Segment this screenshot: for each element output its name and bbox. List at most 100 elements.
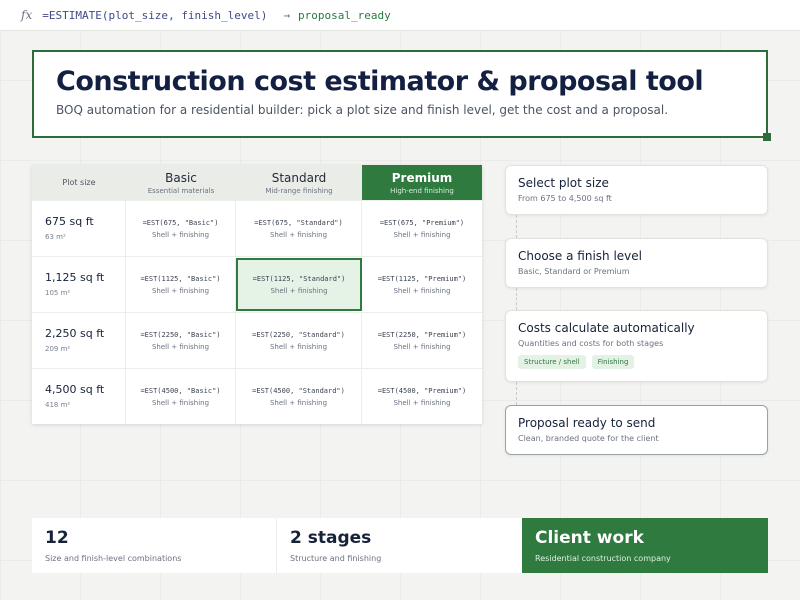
- formula-text: =ESTIMATE(plot_size, finish_level): [42, 9, 267, 22]
- table-cell[interactable]: =EST(4500, "Basic") Shell + finishing: [126, 369, 236, 424]
- cell-formula: =EST(675, "Standard"): [254, 218, 343, 227]
- formula-separator: ,: [168, 8, 182, 22]
- table-row: 4,500 sq ft 418 m² =EST(4500, "Basic") S…: [32, 368, 482, 424]
- row-label: 1,125 sq ft 105 m²: [32, 257, 126, 312]
- stat-value: 12: [45, 528, 69, 548]
- row-title: 2,250 sq ft: [45, 327, 105, 340]
- step-desc: From 675 to 4,500 sq ft: [518, 194, 612, 203]
- table-cell[interactable]: =EST(2250, "Premium") Shell + finishing: [362, 313, 482, 368]
- step-connector: [516, 288, 517, 310]
- formula-bar[interactable]: fx =ESTIMATE(plot_size, finish_level) → …: [0, 0, 800, 31]
- table-cell[interactable]: =EST(675, "Premium") Shell + finishing: [362, 201, 482, 256]
- row-sub: 418 m²: [45, 401, 71, 409]
- row-sub: 105 m²: [45, 289, 71, 297]
- cell-sub: Shell + finishing: [393, 398, 451, 407]
- formula-result: proposal_ready: [298, 8, 391, 22]
- fx-icon: fx: [21, 8, 33, 22]
- cell-sub: Shell + finishing: [393, 286, 451, 295]
- cell-sub: Shell + finishing: [269, 398, 328, 407]
- step-choose-finish-level[interactable]: Choose a finish level Basic, Standard or…: [505, 238, 768, 288]
- cell-sub: Shell + finishing: [151, 286, 210, 295]
- stage-chips: Structure / shell Finishing: [518, 355, 755, 369]
- page-subtitle: BOQ automation for a residential builder…: [56, 103, 669, 117]
- table-row: 1,125 sq ft 105 m² =EST(1125, "Basic") S…: [32, 256, 482, 312]
- cell-formula: =EST(1125, "Basic"): [140, 274, 221, 283]
- step-connector: [516, 382, 517, 405]
- formula-arg-plot-size: plot_size: [108, 8, 169, 22]
- estimate-table: Plot size Basic Essential materials Stan…: [32, 165, 482, 424]
- row-label: 4,500 sq ft 418 m²: [32, 369, 126, 424]
- step-desc: Basic, Standard or Premium: [518, 267, 630, 276]
- step-title: Proposal ready to send: [518, 416, 656, 430]
- resize-handle[interactable]: [763, 133, 771, 141]
- header-standard-sub: Mid-range finishing: [265, 186, 333, 195]
- cell-formula: =EST(2250, "Premium"): [377, 330, 467, 339]
- header-premium-sub: High-end finishing: [390, 186, 454, 195]
- cell-formula: =EST(4500, "Basic"): [140, 386, 221, 395]
- cell-sub: Shell + finishing: [151, 230, 210, 239]
- header-plot-size-label: Plot size: [62, 178, 96, 187]
- table-cell[interactable]: =EST(2250, "Basic") Shell + finishing: [126, 313, 236, 368]
- formula-close: ): [260, 8, 268, 22]
- stat-label: Size and finish-level combinations: [45, 554, 182, 563]
- table-header: Plot size Basic Essential materials Stan…: [32, 165, 482, 200]
- stat-label: Structure and finishing: [290, 554, 382, 563]
- header-basic[interactable]: Basic Essential materials: [126, 165, 236, 200]
- selected-table-cell[interactable]: =EST(1125, "Standard") Shell + finishing: [236, 258, 362, 311]
- cell-formula: =EST(2250, "Basic"): [140, 330, 221, 339]
- cell-formula: =EST(1125, "Premium"): [377, 274, 467, 283]
- table-cell[interactable]: =EST(4500, "Premium") Shell + finishing: [362, 369, 482, 424]
- step-desc: Clean, branded quote for the client: [518, 434, 659, 443]
- header-premium[interactable]: Premium High-end finishing: [362, 165, 482, 200]
- cell-sub: Shell + finishing: [269, 342, 328, 351]
- cell-sub: Shell + finishing: [270, 286, 328, 295]
- table-cell[interactable]: =EST(4500, "Standard") Shell + finishing: [236, 369, 362, 424]
- table-cell[interactable]: =EST(2250, "Standard") Shell + finishing: [236, 313, 362, 368]
- header-standard-title: Standard: [271, 170, 327, 185]
- cell-sub: Shell + finishing: [269, 230, 328, 239]
- stat-value: Client work: [535, 528, 644, 548]
- cell-formula: =EST(1125, "Standard"): [252, 274, 346, 283]
- stat-stages: 2 stages Structure and finishing: [277, 518, 522, 573]
- stat-value: 2 stages: [290, 528, 372, 548]
- chip-finishing: Finishing: [591, 355, 635, 369]
- stat-combinations: 12 Size and finish-level combinations: [32, 518, 277, 573]
- formula-arg-finish-level: finish_level: [181, 8, 261, 22]
- header-plot-size: Plot size: [32, 165, 126, 200]
- step-costs-calculate[interactable]: Costs calculate automatically Quantities…: [505, 310, 768, 382]
- header-standard[interactable]: Standard Mid-range finishing: [236, 165, 362, 200]
- cell-sub: Shell + finishing: [393, 230, 451, 239]
- step-title: Choose a finish level: [518, 249, 642, 263]
- chip-structure: Structure / shell: [518, 355, 586, 369]
- table-cell[interactable]: =EST(1125, "Premium") Shell + finishing: [362, 257, 482, 312]
- stat-label: Residential construction company: [535, 554, 671, 563]
- table-cell[interactable]: =EST(675, "Basic") Shell + finishing: [126, 201, 236, 256]
- cell-sub: Shell + finishing: [151, 342, 210, 351]
- cell-formula: =EST(675, "Basic"): [142, 218, 219, 227]
- row-title: 675 sq ft: [45, 215, 94, 228]
- cell-formula: =EST(2250, "Standard"): [252, 330, 345, 339]
- row-sub: 209 m²: [45, 345, 71, 353]
- row-sub: 63 m²: [45, 233, 66, 241]
- cell-sub: Shell + finishing: [151, 398, 210, 407]
- arrow-right-icon: →: [283, 8, 291, 22]
- cell-formula: =EST(4500, "Premium"): [377, 386, 467, 395]
- step-title: Select plot size: [518, 176, 609, 190]
- header-basic-title: Basic: [165, 170, 197, 185]
- step-proposal-ready[interactable]: Proposal ready to send Clean, branded qu…: [505, 405, 768, 455]
- page-title: Construction cost estimator & proposal t…: [56, 66, 704, 97]
- cell-formula: =EST(675, "Premium"): [379, 218, 465, 227]
- step-connector: [516, 215, 517, 238]
- step-title: Costs calculate automatically: [518, 321, 695, 335]
- row-label: 2,250 sq ft 209 m²: [32, 313, 126, 368]
- step-select-plot-size[interactable]: Select plot size From 675 to 4,500 sq ft: [505, 165, 768, 215]
- header-basic-sub: Essential materials: [147, 186, 215, 195]
- row-title: 1,125 sq ft: [45, 271, 105, 284]
- header-card[interactable]: Construction cost estimator & proposal t…: [32, 50, 771, 141]
- table-cell[interactable]: =EST(1125, "Basic") Shell + finishing: [126, 257, 236, 312]
- table-row: 675 sq ft 63 m² =EST(675, "Basic") Shell…: [32, 200, 482, 256]
- table-cell[interactable]: =EST(675, "Standard") Shell + finishing: [236, 201, 362, 256]
- row-label: 675 sq ft 63 m²: [32, 201, 126, 256]
- header-premium-title: Premium: [391, 170, 453, 185]
- formula-func: =ESTIMATE(: [42, 8, 109, 22]
